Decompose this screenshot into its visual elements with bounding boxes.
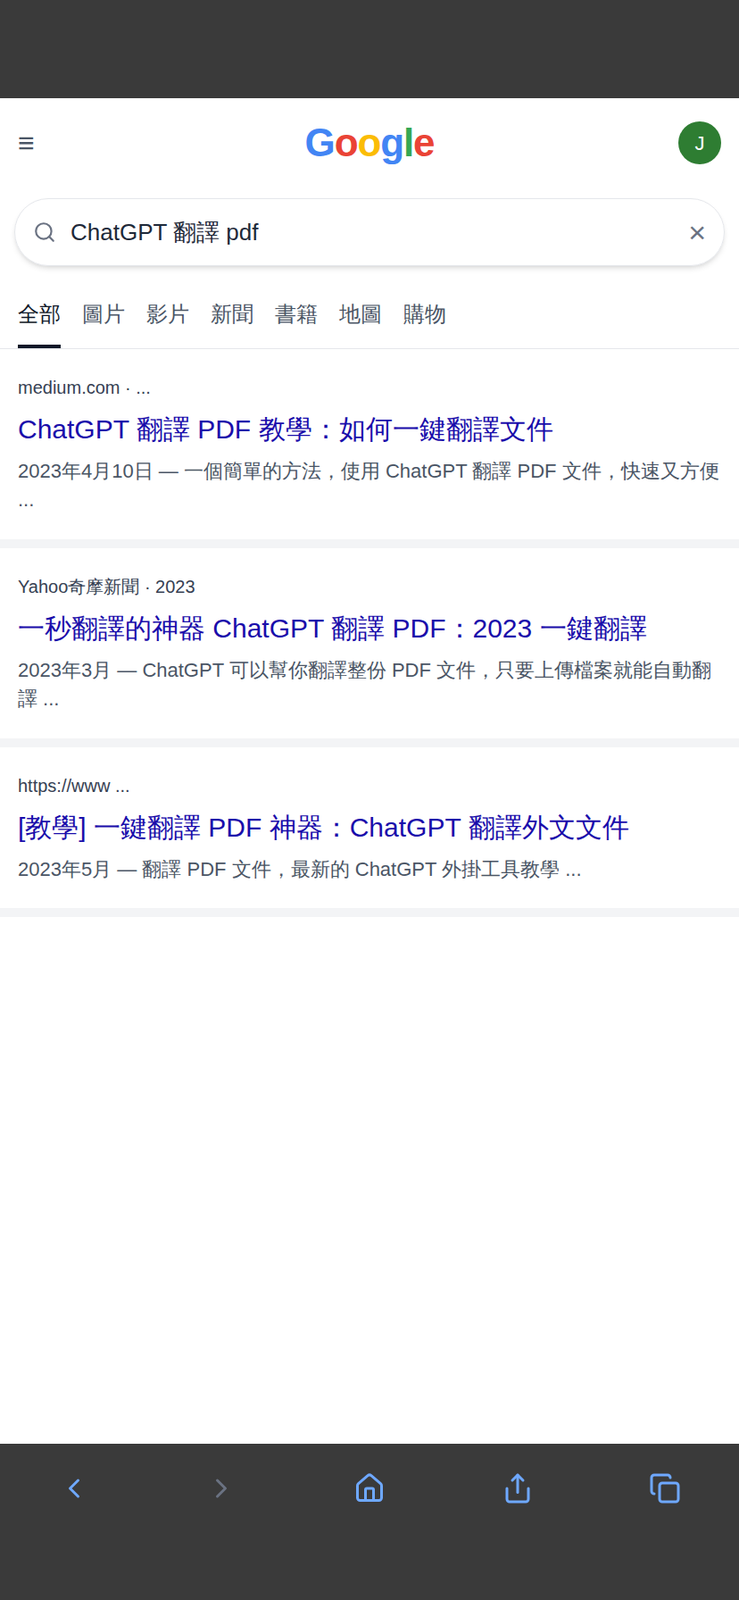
avatar[interactable]: J	[678, 121, 722, 165]
tab[interactable]: 書籍	[274, 283, 318, 349]
screen: ≡GoogleJChatGPT 翻譯 pdf×全部圖片影片新聞書籍地圖購物med…	[0, 0, 739, 1600]
menu-button[interactable]: ≡	[17, 121, 61, 165]
tabs-icon[interactable]	[648, 1471, 681, 1504]
result-source: https://www ...	[17, 772, 722, 799]
result-source: Yahoo奇摩新聞 · 2023	[17, 572, 722, 600]
tab[interactable]: 購物	[403, 283, 447, 349]
tabs: 全部圖片影片新聞書籍地圖購物	[0, 283, 739, 349]
results: medium.com · ... ChatGPT 翻譯 PDF 教學：如何一鍵翻譯…	[0, 348, 739, 1444]
result: Yahoo奇摩新聞 · 2023 一秒翻譯的神器 ChatGPT 翻譯 PDF：2…	[0, 548, 739, 748]
result-snippet: 2023年4月10日 — 一個簡單的方法，使用 ChatGPT 翻譯 PDF 文…	[17, 456, 722, 515]
tab[interactable]: 影片	[146, 283, 190, 349]
bottom-nav	[0, 1443, 739, 1600]
tab[interactable]: 全部	[17, 283, 61, 349]
forward-icon[interactable]	[205, 1471, 238, 1504]
result-snippet: 2023年3月 — ChatGPT 可以幫你翻譯整份 PDF 文件，只要上傳檔案…	[17, 655, 722, 714]
result-title[interactable]: ChatGPT 翻譯 PDF 教學：如何一鍵翻譯文件	[17, 411, 722, 447]
result-title[interactable]: [教學] 一鍵翻譯 PDF 神器：ChatGPT 翻譯外文文件	[17, 809, 722, 845]
status-bar	[0, 0, 739, 99]
google-logo[interactable]: Google	[305, 113, 435, 173]
search-box[interactable]: ChatGPT 翻譯 pdf ×	[14, 198, 725, 266]
tab[interactable]: 新聞	[210, 283, 254, 349]
search-query[interactable]: ChatGPT 翻譯 pdf	[70, 215, 674, 250]
tab[interactable]: 圖片	[82, 283, 125, 349]
header: ≡ Google J	[0, 98, 739, 188]
result: medium.com · ... ChatGPT 翻譯 PDF 教學：如何一鍵翻譯…	[0, 348, 739, 549]
tab[interactable]: 地圖	[339, 283, 382, 349]
search-icon	[33, 220, 57, 244]
clear-button[interactable]: ×	[688, 209, 706, 256]
result-title[interactable]: 一秒翻譯的神器 ChatGPT 翻譯 PDF：2023 一鍵翻譯	[17, 610, 722, 646]
share-icon[interactable]	[501, 1471, 534, 1504]
result: https://www ... [教學] 一鍵翻譯 PDF 神器：ChatGPT …	[0, 747, 739, 918]
result-snippet: 2023年5月 — 翻譯 PDF 文件，最新的 ChatGPT 外掛工具教學 .…	[17, 855, 722, 884]
back-icon[interactable]	[58, 1471, 91, 1504]
result-source: medium.com · ...	[17, 373, 722, 401]
home-icon[interactable]	[353, 1471, 386, 1504]
